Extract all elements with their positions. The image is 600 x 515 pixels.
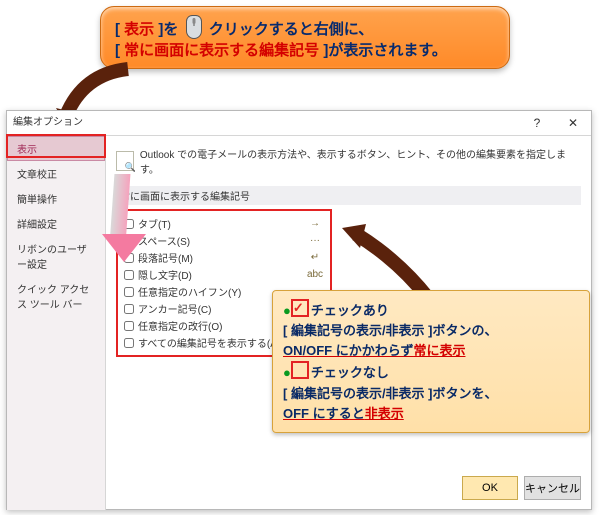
option-label: アンカー記号(C)	[138, 301, 211, 316]
symbol-icon: ↵	[306, 252, 324, 263]
symbol-icon: abc	[306, 269, 324, 280]
close-button[interactable]: ✕	[555, 111, 591, 135]
tip-text: ]が表示されます。	[319, 42, 447, 59]
option-label: すべての編集記号を表示する(A)	[138, 335, 280, 350]
pointer-arrow-pink-icon	[108, 174, 156, 274]
sidebar-item-display[interactable]: 表示	[7, 136, 105, 161]
legend-text: OFF にすると	[283, 406, 365, 421]
tip-text: [	[115, 21, 124, 38]
tip-text: ]を	[154, 21, 178, 38]
sidebar-item-advanced[interactable]: 詳細設定	[7, 211, 105, 236]
category-sidebar: 表示 文章校正 簡単操作 詳細設定 リボンのユーザー設定 クイック アクセス ツ…	[7, 136, 106, 510]
button-label: キャンセル	[525, 480, 580, 496]
bullet-icon: ●	[283, 303, 291, 318]
tip-text: クリックすると右側に、	[209, 21, 374, 38]
dialog-title: 編集オプション	[13, 117, 83, 128]
option-label: 任意指定のハイフン(Y)	[138, 284, 241, 299]
legend-text-em: 常に表示	[413, 343, 465, 358]
tip-text-em: 表示	[124, 21, 154, 38]
option-label: 任意指定の改行(O)	[138, 318, 222, 333]
document-search-icon	[116, 151, 134, 171]
tip-text: [	[115, 42, 124, 59]
mouse-icon	[186, 15, 202, 39]
symbol-icon: ···	[306, 235, 324, 246]
dialog-titlebar: 編集オプション ? ✕	[7, 111, 591, 136]
tip-text-em: 常に画面に表示する編集記号	[124, 42, 319, 59]
legend-callout: ● チェックあり [ 編集記号の表示/非表示 ]ボタンの、 ON/OFF にかかわ…	[272, 290, 590, 433]
pane-description: Outlook での電子メールの表示方法や、表示するボタン、ヒント、その他の編集…	[140, 146, 581, 176]
symbol-icon: →	[306, 218, 324, 229]
sidebar-item-proofing[interactable]: 文章校正	[7, 161, 105, 186]
bullet-icon: ●	[283, 365, 291, 380]
cancel-button[interactable]: キャンセル	[524, 476, 581, 500]
sidebar-item-label: 表示	[17, 145, 37, 156]
dialog-buttons: OK キャンセル	[462, 476, 581, 500]
sidebar-item-label: 簡単操作	[17, 195, 57, 206]
option-break-checkbox[interactable]	[124, 321, 134, 331]
legend-text: [ 編集記号の表示/非表示 ]ボタンの、	[283, 321, 579, 341]
option-all-checkbox[interactable]	[124, 338, 134, 348]
legend-text: ON/OFF にかかわらず	[283, 343, 413, 358]
sidebar-item-label: リボンのユーザー設定	[17, 245, 87, 271]
option-anchor-checkbox[interactable]	[124, 304, 134, 314]
legend-text-em: 非表示	[365, 406, 404, 421]
legend-text: [ 編集記号の表示/非表示 ]ボタンを、	[283, 384, 579, 404]
sidebar-item-ease[interactable]: 簡単操作	[7, 186, 105, 211]
legend-text: チェックあり	[311, 303, 389, 318]
sidebar-item-label: 詳細設定	[17, 220, 57, 231]
button-label: OK	[482, 482, 498, 494]
section-title: 常に画面に表示する編集記号	[116, 186, 581, 205]
sidebar-item-ribbon[interactable]: リボンのユーザー設定	[7, 236, 105, 276]
legend-text: チェックなし	[311, 365, 389, 380]
checked-box-icon	[291, 299, 309, 317]
tip-callout: [ 表示 ]を クリックすると右側に、 [ 常に画面に表示する編集記号 ]が表示…	[100, 6, 510, 69]
sidebar-item-label: 文章校正	[17, 170, 57, 181]
help-button[interactable]: ?	[519, 111, 555, 135]
unchecked-box-icon	[291, 361, 309, 379]
ok-button[interactable]: OK	[462, 476, 518, 500]
sidebar-item-qat[interactable]: クイック アクセス ツール バー	[7, 276, 105, 316]
sidebar-item-label: クイック アクセス ツール バー	[17, 285, 89, 311]
option-hyphen-checkbox[interactable]	[124, 287, 134, 297]
